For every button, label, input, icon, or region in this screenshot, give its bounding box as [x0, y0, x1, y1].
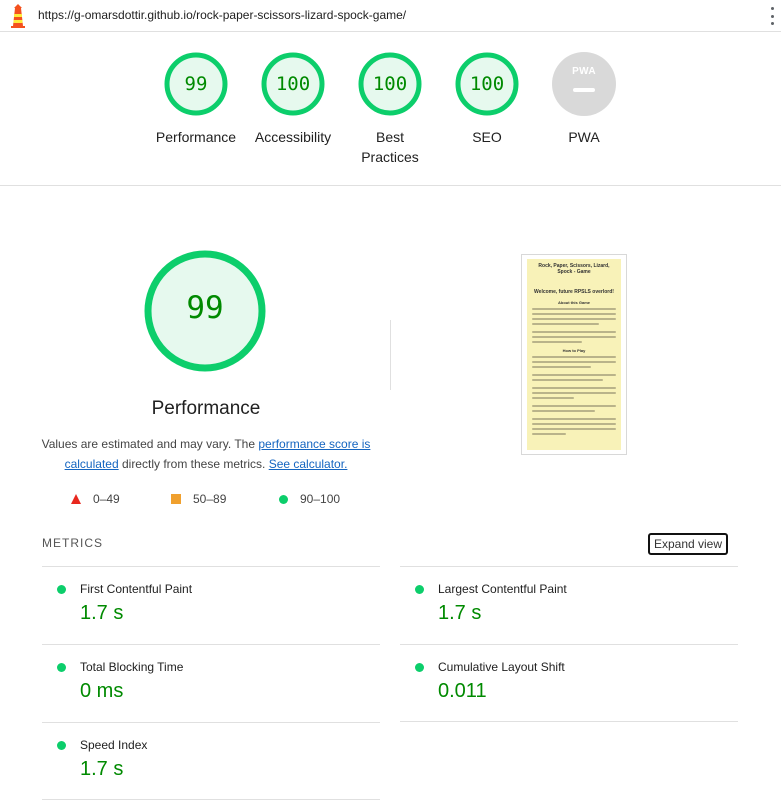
metric-name: Largest Contentful Paint — [438, 582, 567, 596]
metric-name: First Contentful Paint — [80, 582, 193, 596]
pass-icon — [57, 585, 66, 594]
metrics-header: METRICS — [42, 536, 103, 550]
performance-title: Performance — [151, 398, 261, 419]
metric-first-contentful-paint: First Contentful Paint 1.7 s — [42, 566, 380, 644]
thumb-subheading: About this Game — [557, 300, 590, 305]
gauge-score: 100 — [372, 73, 408, 95]
metric-total-blocking-time: Total Blocking Time 0 ms — [42, 644, 380, 722]
gauge-label: Best Practices — [361, 129, 419, 165]
gauge-seo[interactable]: 100 SEO — [437, 51, 537, 147]
metric-divider — [42, 799, 380, 800]
expand-view-button[interactable]: Expand view — [648, 533, 728, 555]
pwa-badge-text: PWA — [572, 66, 596, 77]
gauge-label: Accessibility — [254, 129, 332, 145]
page-url: https://g-omarsdottir.github.io/rock-pap… — [38, 8, 407, 22]
performance-score: 99 — [186, 290, 224, 326]
metric-name: Cumulative Layout Shift — [438, 660, 565, 674]
metric-speed-index: Speed Index 1.7 s — [42, 722, 380, 800]
gauge-label: Performance — [155, 129, 237, 145]
final-screenshot[interactable]: Rock, Paper, Scissors, Lizard, Spock - G… — [521, 254, 627, 455]
metric-value: 1.7 s — [80, 758, 124, 780]
gauge-best-practices[interactable]: 100 Best Practices — [340, 51, 440, 167]
legend-label: 90–100 — [300, 492, 341, 506]
gauge-label: SEO — [472, 129, 502, 145]
gauge-performance[interactable]: 99 Performance — [146, 51, 246, 147]
pwa-dash-icon — [573, 88, 595, 92]
pass-icon — [415, 663, 424, 672]
legend-average: 50–89 — [171, 492, 226, 506]
gauge-accessibility[interactable]: 100 Accessibility — [243, 51, 343, 147]
circle-icon — [279, 494, 288, 504]
metric-largest-contentful-paint: Largest Contentful Paint 1.7 s — [400, 566, 738, 644]
thumb-heading: Welcome, future RPSLS overlord! — [534, 289, 614, 295]
metric-name: Total Blocking Time — [80, 660, 184, 674]
score-summary: 99 Performance 100 Accessibility 100 Bes… — [0, 33, 781, 186]
gauge-score: 100 — [469, 73, 505, 95]
pass-icon — [415, 585, 424, 594]
metric-cumulative-layout-shift: Cumulative Layout Shift 0.011 — [400, 644, 738, 722]
desc-text: directly from these metrics. — [118, 457, 269, 471]
lighthouse-icon — [11, 4, 25, 28]
thumb-title: Rock, Paper, Scissors, Lizard, Spock - G… — [538, 263, 610, 275]
gauge-pwa[interactable]: PWA PWA — [534, 51, 634, 147]
gauge-label: PWA — [568, 129, 600, 145]
kebab-menu-icon[interactable] — [769, 7, 775, 25]
gauge-score: 100 — [275, 73, 311, 95]
metric-divider — [400, 721, 738, 722]
metric-value: 1.7 s — [80, 602, 124, 624]
screenshot-content: Rock, Paper, Scissors, Lizard, Spock - G… — [527, 259, 621, 450]
metric-value: 1.7 s — [438, 602, 482, 624]
square-icon — [171, 494, 181, 504]
pwa-badge-icon — [552, 52, 616, 116]
performance-description: Values are estimated and may vary. The p… — [40, 434, 372, 474]
legend-fail: 0–49 — [71, 492, 120, 506]
desc-text: Values are estimated and may vary. The — [41, 437, 259, 451]
legend-label: 50–89 — [193, 492, 227, 506]
pass-icon — [57, 741, 66, 750]
see-calculator-link[interactable]: See calculator. — [269, 457, 348, 471]
pass-icon — [57, 663, 66, 672]
section-divider — [390, 320, 391, 390]
legend-label: 0–49 — [93, 492, 120, 506]
metric-value: 0 ms — [80, 680, 124, 702]
triangle-icon — [71, 494, 81, 504]
metric-name: Speed Index — [80, 738, 148, 752]
top-bar: https://g-omarsdottir.github.io/rock-pap… — [0, 0, 781, 32]
legend-pass: 90–100 — [279, 492, 340, 506]
gauge-score: 99 — [184, 73, 208, 95]
metric-value: 0.011 — [438, 680, 487, 702]
thumb-subheading: How to Play — [562, 348, 586, 353]
